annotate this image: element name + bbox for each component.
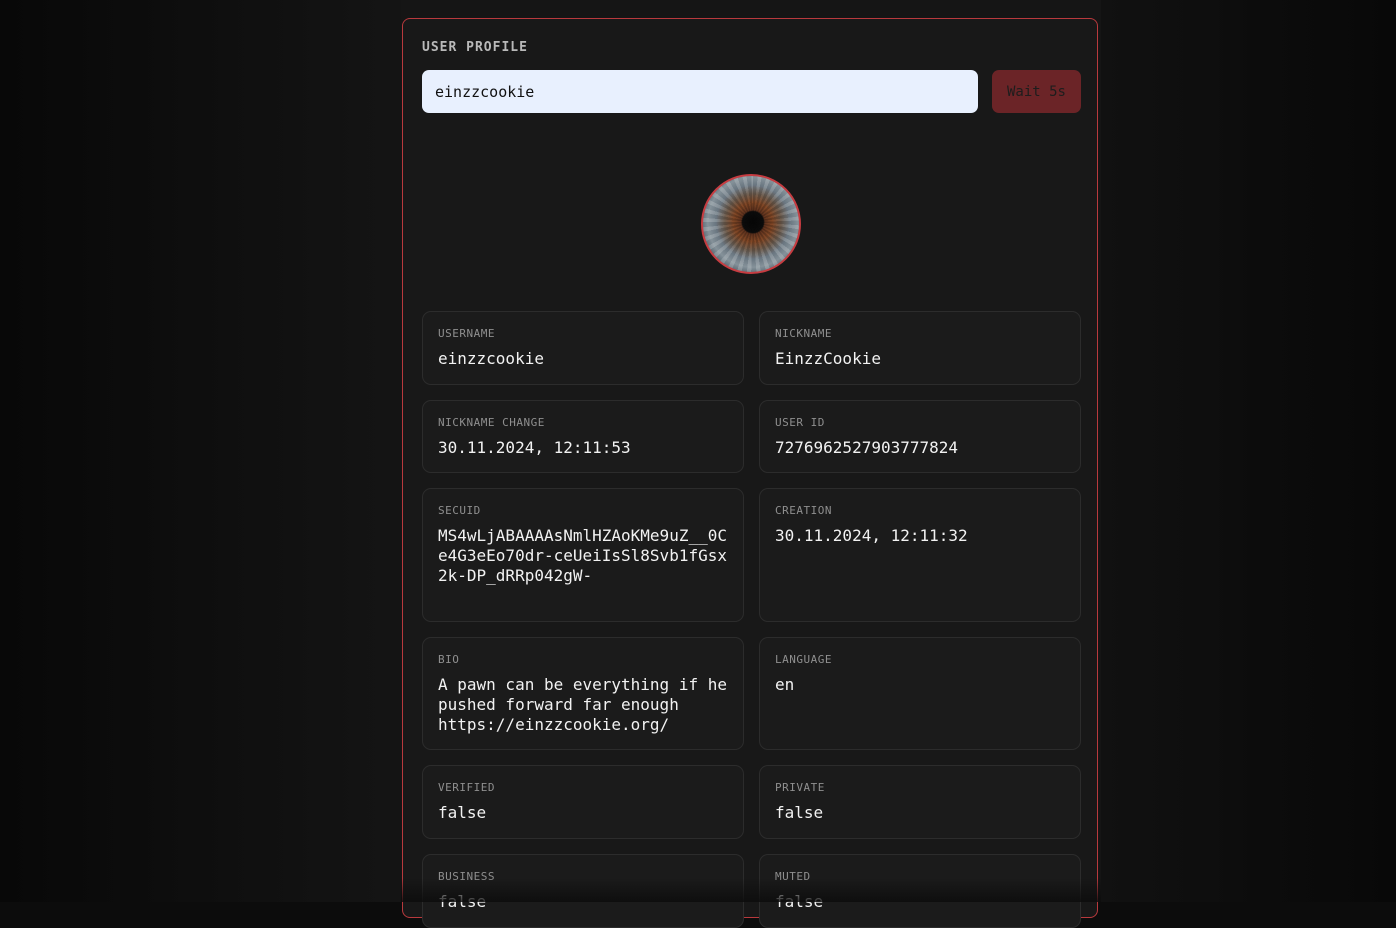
field-label: VERIFIED xyxy=(438,781,495,794)
field-language: LANGUAGE en xyxy=(759,637,1081,750)
field-label: PRIVATE xyxy=(775,781,825,794)
field-label: MUTED xyxy=(775,870,811,883)
field-user-id: USER ID 7276962527903777824 xyxy=(759,400,1081,473)
wait-button[interactable]: Wait 5s xyxy=(992,70,1081,113)
field-label: NICKNAME CHANGE xyxy=(438,416,545,429)
field-label: NICKNAME xyxy=(775,327,832,340)
field-value: 30.11.2024, 12:11:53 xyxy=(438,438,631,457)
avatar xyxy=(701,174,801,274)
field-nickname: NICKNAME EinzzCookie xyxy=(759,311,1081,385)
field-value: MS4wLjABAAAAsNmlHZAoKMe9uZ__0Ce4G3eEo70d… xyxy=(438,526,727,585)
field-nickname-change: NICKNAME CHANGE 30.11.2024, 12:11:53 xyxy=(422,400,744,473)
section-title: USER PROFILE xyxy=(422,40,528,55)
field-label: BIO xyxy=(438,653,460,666)
field-value: false xyxy=(775,892,824,911)
field-label: SECUID xyxy=(438,504,481,517)
field-label: BUSINESS xyxy=(438,870,495,883)
field-value: einzzcookie xyxy=(438,349,544,368)
user-profile-card: USER PROFILE Wait 5s USERNAME einzzcooki… xyxy=(402,18,1098,928)
field-value: EinzzCookie xyxy=(775,349,881,368)
field-label: CREATION xyxy=(775,504,832,517)
field-username: USERNAME einzzcookie xyxy=(422,311,744,385)
field-value: false xyxy=(775,803,824,822)
username-search-input[interactable] xyxy=(422,70,978,113)
field-muted: MUTED false xyxy=(759,854,1081,928)
avatar-texture xyxy=(703,176,799,272)
field-value: A pawn can be everything if he pushed fo… xyxy=(438,675,727,734)
field-creation: CREATION 30.11.2024, 12:11:32 xyxy=(759,488,1081,622)
field-value: en xyxy=(775,675,795,694)
field-value: false xyxy=(438,803,487,822)
field-value: false xyxy=(438,892,487,911)
field-private: PRIVATE false xyxy=(759,765,1081,839)
field-verified: VERIFIED false xyxy=(422,765,744,839)
field-label: LANGUAGE xyxy=(775,653,832,666)
field-label: USERNAME xyxy=(438,327,495,340)
field-value: 30.11.2024, 12:11:32 xyxy=(775,526,968,545)
field-label: USER ID xyxy=(775,416,825,429)
field-secuid: SECUID MS4wLjABAAAAsNmlHZAoKMe9uZ__0Ce4G… xyxy=(422,488,744,622)
field-value: 7276962527903777824 xyxy=(775,438,959,457)
field-bio: BIO A pawn can be everything if he pushe… xyxy=(422,637,744,750)
field-business: BUSINESS false xyxy=(422,854,744,928)
